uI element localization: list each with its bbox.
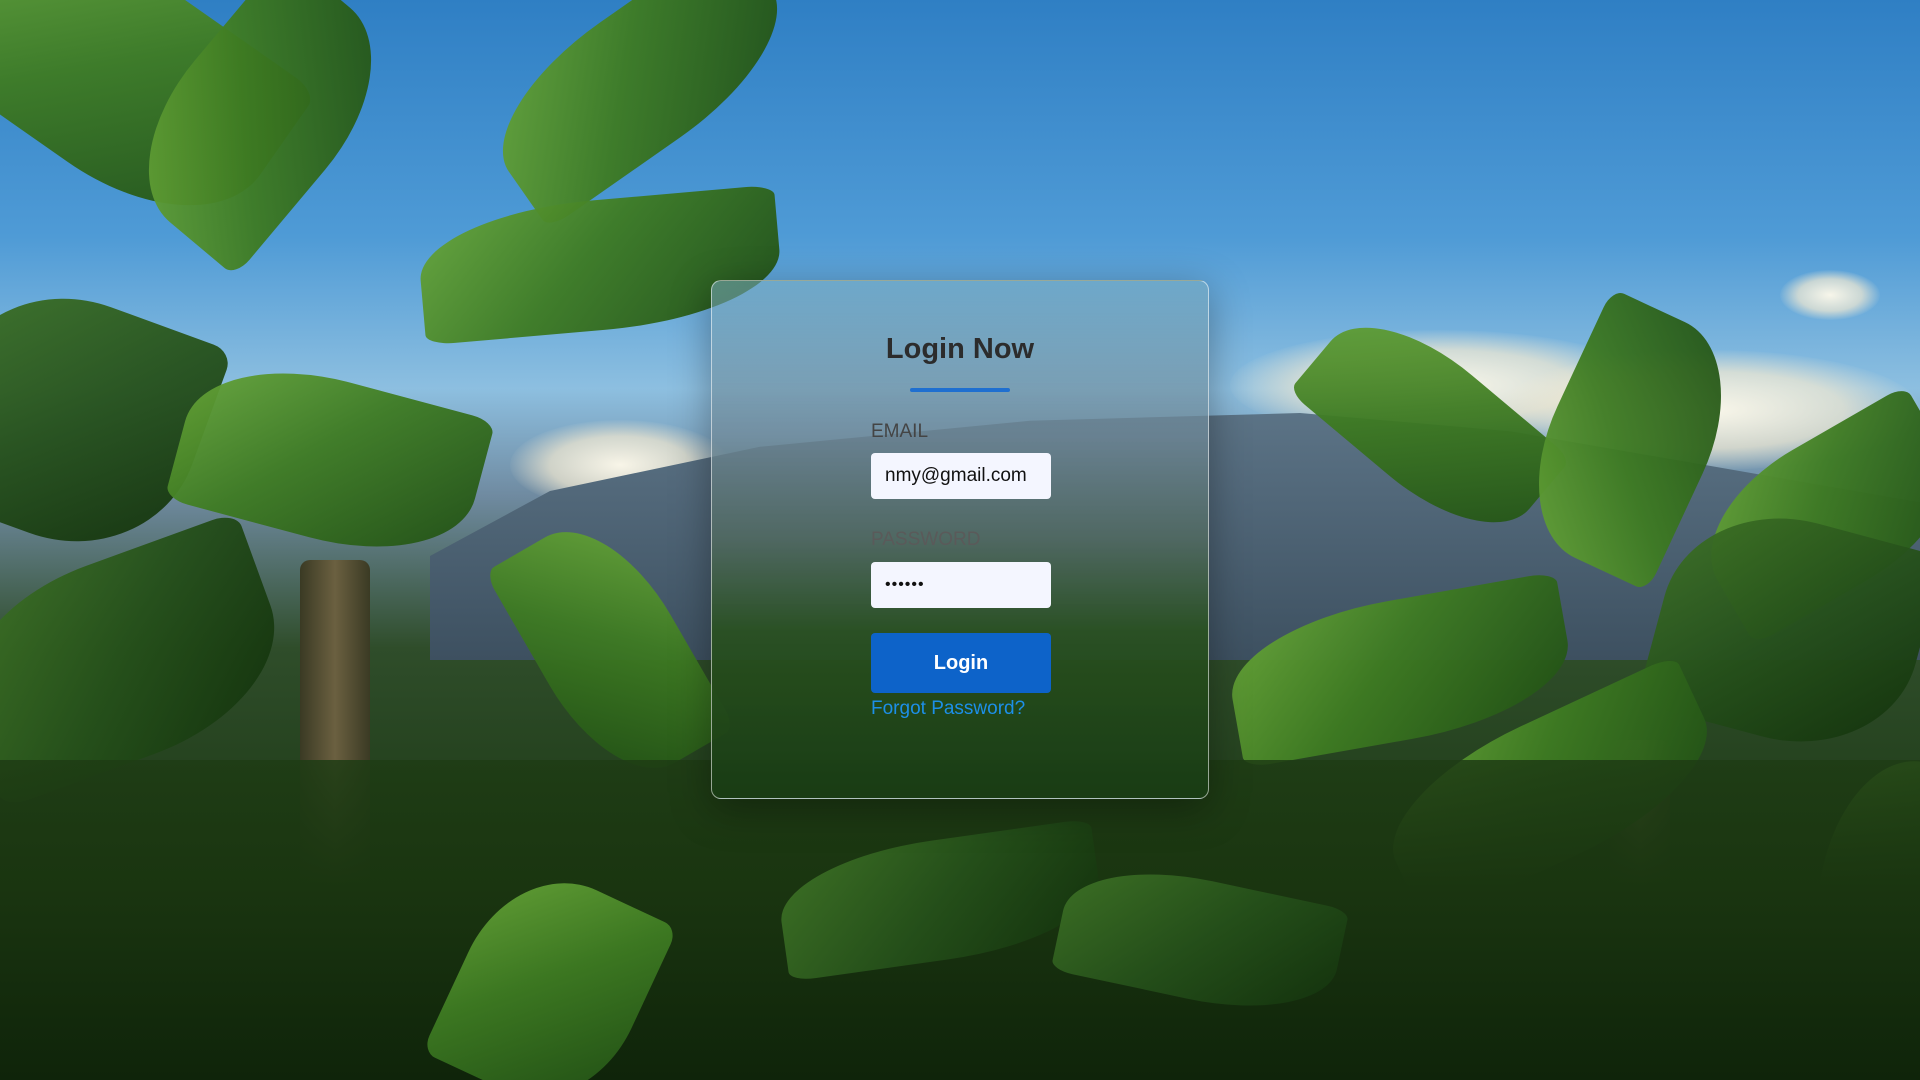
password-label: PASSWORD: [871, 529, 981, 550]
login-button[interactable]: Login: [871, 633, 1051, 693]
email-label: EMAIL: [871, 421, 929, 442]
email-field[interactable]: nmy@gmail.com: [871, 453, 1051, 499]
password-field[interactable]: ••••••: [871, 562, 1051, 608]
cloud: [1780, 270, 1880, 320]
forgot-password-link[interactable]: Forgot Password?: [871, 698, 1025, 720]
title-underline: [910, 388, 1010, 392]
login-title: Login Now: [885, 333, 1035, 365]
login-card: Login Now EMAIL nmy@gmail.com PASSWORD •…: [711, 280, 1209, 799]
